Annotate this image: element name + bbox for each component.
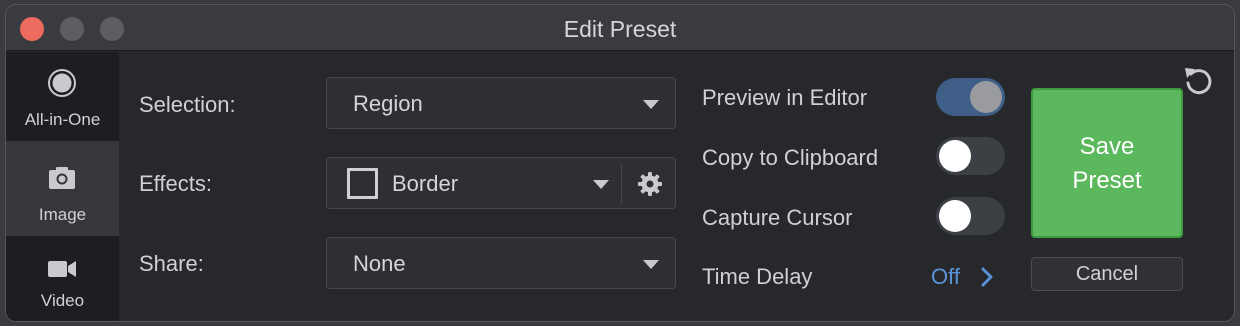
- title-bar: Edit Preset: [6, 5, 1234, 51]
- sidebar-item-label: Video: [40, 291, 85, 310]
- sidebar-item-image[interactable]: Image: [6, 141, 119, 236]
- chevron-down-icon: [643, 100, 659, 109]
- effects-label: Effects:: [139, 171, 212, 196]
- effects-value: Border: [392, 171, 459, 196]
- preview-in-editor-label: Preview in Editor: [702, 85, 868, 110]
- copy-to-clipboard-label: Copy to Clipboard: [702, 145, 879, 170]
- share-value: None: [353, 251, 406, 276]
- video-camera-icon: [48, 261, 76, 277]
- record-icon: [48, 69, 76, 97]
- gear-icon[interactable]: [637, 171, 663, 197]
- chevron-right-icon[interactable]: [980, 267, 994, 287]
- capture-mode-sidebar: All-in-One Image Video: [6, 52, 119, 321]
- chevron-down-icon: [593, 180, 609, 189]
- toggle-knob: [939, 140, 971, 172]
- sidebar-item-video[interactable]: Video: [6, 236, 119, 321]
- time-delay-label: Time Delay: [702, 264, 813, 289]
- share-label: Share:: [139, 251, 204, 276]
- save-button-label-line2: Preset: [1072, 167, 1142, 194]
- copy-to-clipboard-toggle[interactable]: [936, 137, 1005, 175]
- selection-value: Region: [353, 91, 423, 116]
- cancel-button[interactable]: Cancel: [1031, 257, 1183, 291]
- border-effect-icon: [347, 168, 378, 199]
- window-title: Edit Preset: [563, 16, 677, 42]
- time-delay-value[interactable]: Off: [931, 264, 960, 290]
- edit-preset-window: Edit Preset All-in-One Image Video Selec…: [5, 4, 1235, 322]
- toggle-knob: [970, 81, 1002, 113]
- effects-dropdown[interactable]: Border: [326, 157, 676, 209]
- toggle-knob: [939, 200, 971, 232]
- camera-icon: [49, 167, 75, 189]
- share-dropdown[interactable]: None: [326, 237, 676, 289]
- capture-cursor-toggle[interactable]: [936, 197, 1005, 235]
- selection-dropdown[interactable]: Region: [326, 77, 676, 129]
- save-button-label-line1: Save: [1079, 133, 1135, 160]
- divider: [621, 164, 622, 204]
- preview-in-editor-toggle[interactable]: [936, 78, 1005, 116]
- capture-cursor-label: Capture Cursor: [702, 205, 853, 230]
- sidebar-item-all-in-one[interactable]: All-in-One: [6, 52, 119, 141]
- selection-label: Selection:: [139, 92, 236, 117]
- reset-icon[interactable]: [1182, 65, 1216, 99]
- sidebar-item-label: Image: [38, 205, 87, 224]
- save-preset-button[interactable]: Save Preset: [1031, 88, 1183, 238]
- sidebar-item-label: All-in-One: [24, 110, 101, 129]
- chevron-down-icon: [643, 260, 659, 269]
